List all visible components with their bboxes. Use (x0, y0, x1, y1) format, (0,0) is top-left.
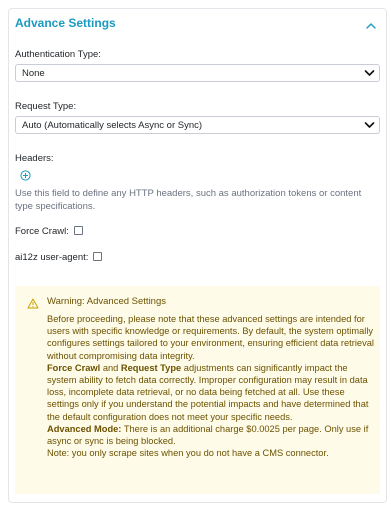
chevron-down-icon (364, 69, 375, 77)
and-word: and (102, 362, 119, 373)
headers-label: Headers: (15, 153, 54, 164)
request-type-value: Auto (Automatically selects Async or Syn… (22, 120, 203, 131)
user-agent-row: ai12z user-agent: (15, 252, 103, 263)
warning-box: Warning: Advanced Settings Before procee… (15, 286, 380, 494)
warning-intro: Before proceeding, please note that thes… (47, 314, 374, 361)
headers-help-text: Use this field to define any HTTP header… (15, 188, 362, 212)
warning-adjustments-paragraph: Force Crawl and Request Type adjustments… (47, 362, 377, 423)
panel-header[interactable]: Advance Settings (9, 9, 386, 39)
warning-note: Note: you only scrape sites when you do … (47, 448, 329, 459)
add-header-icon[interactable] (20, 168, 31, 181)
warning-advanced-mode-paragraph: Advanced Mode: There is an additional ch… (47, 423, 377, 447)
request-type-term: Request Type (120, 362, 182, 373)
force-crawl-label: Force Crawl: (15, 226, 69, 237)
force-crawl-checkbox[interactable] (73, 226, 83, 235)
panel-title: Advance Settings (15, 16, 116, 30)
advanced-mode-term: Advanced Mode: (47, 423, 122, 434)
warning-triangle-icon (27, 296, 39, 309)
warning-title: Warning: Advanced Settings (47, 296, 166, 307)
request-type-label: Request Type: (15, 101, 77, 112)
advance-settings-panel: Advance Settings Authentication Type: No… (8, 8, 387, 503)
force-crawl-term: Force Crawl (47, 362, 101, 373)
request-type-select[interactable]: Auto (Automatically selects Async or Syn… (15, 116, 380, 134)
warning-body: Before proceeding, please note that thes… (47, 313, 377, 459)
force-crawl-row: Force Crawl: (15, 226, 83, 237)
authentication-type-value: None (22, 68, 45, 79)
chevron-down-icon (364, 121, 375, 129)
user-agent-checkbox[interactable] (93, 252, 103, 261)
user-agent-label: ai12z user-agent: (15, 252, 89, 263)
authentication-type-label: Authentication Type: (15, 49, 101, 60)
authentication-type-select[interactable]: None (15, 64, 380, 82)
chevron-up-icon[interactable] (365, 18, 377, 29)
